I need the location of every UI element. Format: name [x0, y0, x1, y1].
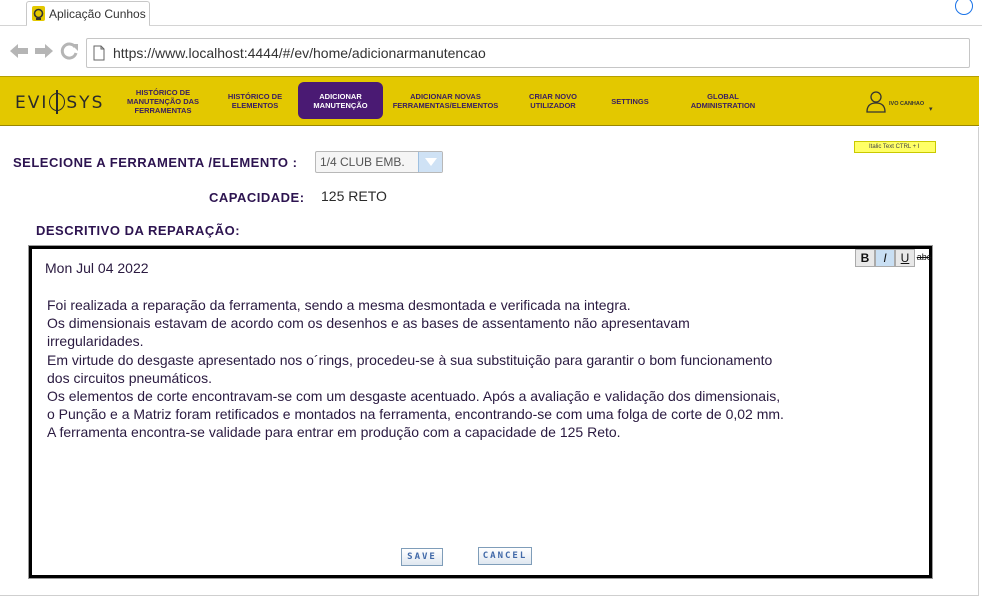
- strikethrough-button[interactable]: abc: [914, 249, 934, 267]
- save-button[interactable]: SAVE: [401, 548, 443, 566]
- menu-item-label: GLOBAL ADMINISTRATION: [690, 92, 756, 110]
- menu-item-global-administration[interactable]: GLOBAL ADMINISTRATION: [678, 77, 768, 125]
- menu-item-label: ADICIONAR MANUTENÇÃO: [313, 91, 368, 110]
- italic-tooltip: Italic Text CTRL + I: [854, 141, 936, 153]
- menu-item-label: HISTÓRICO DE ELEMENTOS: [227, 92, 283, 110]
- browser-tab-bar: Aplicação Cunhos: [0, 0, 982, 26]
- app-favicon-icon: [32, 6, 45, 21]
- repair-description-editor[interactable]: B I U abc Mon Jul 04 2022 Foi realizada …: [28, 245, 933, 579]
- menu-item-label: ADICIONAR NOVAS FERRAMENTAS/ELEMENTOS: [392, 92, 499, 110]
- editor-line: Foi realizada a reparação da ferramenta,…: [47, 297, 631, 313]
- capacity-value: 125 RETO: [321, 188, 387, 204]
- url-text: https://www.localhost:4444/#/ev/home/adi…: [113, 45, 486, 61]
- menu-item-settings[interactable]: SETTINGS: [600, 77, 660, 125]
- chevron-down-icon[interactable]: [418, 152, 442, 172]
- page-icon: [93, 45, 105, 61]
- underline-button[interactable]: U: [895, 249, 915, 267]
- logo-text-post: SYS: [66, 93, 105, 113]
- editor-toolbar: B I U abc: [855, 249, 937, 269]
- menu-item-label: SETTINGS: [611, 96, 649, 106]
- menu-item-adicionar-manutencao[interactable]: ADICIONAR MANUTENÇÃO: [298, 82, 383, 119]
- main-content: SELECIONE A FERRAMENTA /ELEMENTO : 1/4 C…: [0, 127, 979, 596]
- editor-date: Mon Jul 04 2022: [45, 260, 149, 276]
- italic-button[interactable]: I: [875, 249, 895, 267]
- browser-tab[interactable]: Aplicação Cunhos: [26, 1, 150, 26]
- description-label: DESCRITIVO DA REPARAÇÃO:: [36, 223, 241, 238]
- menu-item-label: HISTÓRICO DE MANUTENÇÃO DAS FERRAMENTAS: [126, 87, 200, 115]
- reload-icon[interactable]: [60, 41, 80, 61]
- tool-select-value: 1/4 CLUB EMB.: [320, 155, 405, 169]
- tool-select-label: SELECIONE A FERRAMENTA /ELEMENTO :: [13, 155, 298, 170]
- menu-item-label: CRIAR NOVO UTILIZADOR: [529, 92, 577, 110]
- new-tab-icon[interactable]: [955, 0, 973, 15]
- browser-toolbar: https://www.localhost:4444/#/ev/home/adi…: [0, 26, 982, 74]
- editor-line: dos circuitos pneumáticos.: [47, 369, 212, 386]
- menu-item-adicionar-ferramentas[interactable]: ADICIONAR NOVAS FERRAMENTAS/ELEMENTOS: [388, 77, 503, 125]
- address-bar[interactable]: https://www.localhost:4444/#/ev/home/adi…: [86, 38, 970, 68]
- tab-title: Aplicação Cunhos: [49, 7, 146, 21]
- user-icon[interactable]: [866, 91, 886, 113]
- app-header: EVI SYS HISTÓRICO DE MANUTENÇÃO DAS FERRA…: [0, 76, 979, 126]
- capacity-label: CAPACIDADE:: [209, 190, 305, 205]
- editor-line: o Punção e a Matriz foram retificados e …: [47, 406, 784, 423]
- editor-line: A ferramenta encontra-se validade para e…: [47, 424, 621, 441]
- menu-item-historico-manutencao[interactable]: HISTÓRICO DE MANUTENÇÃO DAS FERRAMENTAS: [120, 77, 206, 125]
- logo-text-pre: EVI: [15, 93, 49, 113]
- editor-line: Em virtude do desgaste apresentado nos o…: [47, 351, 773, 368]
- menu-item-criar-utilizador[interactable]: CRIAR NOVO UTILIZADOR: [518, 77, 588, 125]
- editor-body[interactable]: Foi realizada a reparação da ferramenta,…: [47, 296, 897, 442]
- menu-item-historico-elementos[interactable]: HISTÓRICO DE ELEMENTOS: [220, 77, 290, 125]
- user-name[interactable]: IVO CANHAO: [889, 101, 924, 107]
- editor-line: irregularidades.: [47, 333, 144, 350]
- logo[interactable]: EVI SYS: [15, 90, 105, 114]
- cancel-button[interactable]: CANCEL: [478, 547, 532, 565]
- editor-line: Os elementos de corte encontravam-se com…: [47, 388, 781, 405]
- chevron-down-icon[interactable]: ▾: [929, 105, 933, 113]
- tool-select[interactable]: 1/4 CLUB EMB.: [315, 151, 443, 173]
- back-arrow-icon[interactable]: [8, 41, 30, 61]
- editor-line: Os dimensionais estavam de acordo com os…: [47, 315, 690, 332]
- forward-arrow-icon[interactable]: [33, 41, 55, 61]
- bold-button[interactable]: B: [855, 249, 875, 267]
- logo-o-icon: [49, 90, 66, 114]
